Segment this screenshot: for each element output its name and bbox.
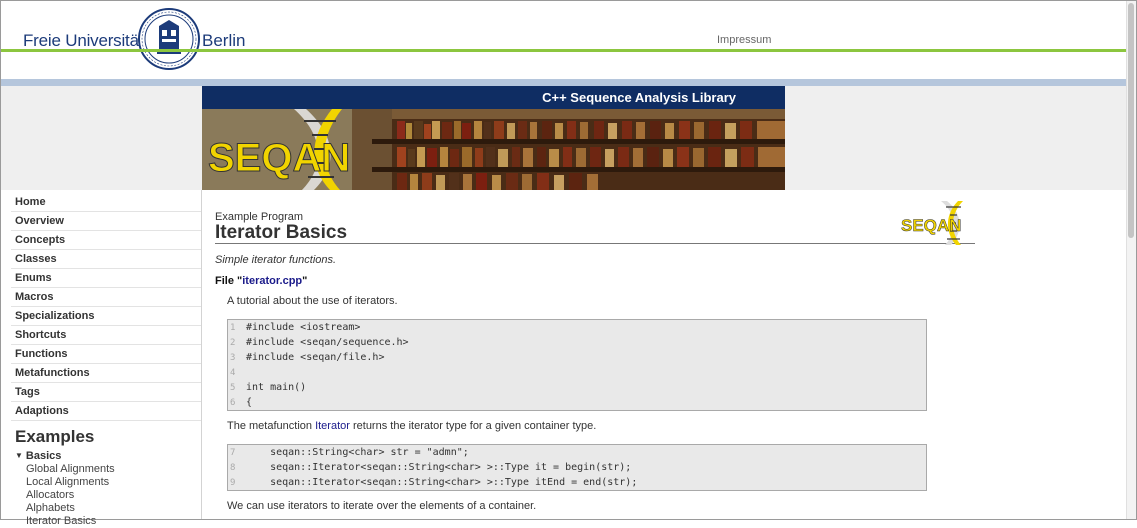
- code-line: 8 seqan::Iterator<seqan::String<char> >:…: [230, 462, 632, 473]
- sidebar-item-tags[interactable]: Tags: [11, 383, 201, 402]
- sidebar-item-classes[interactable]: Classes: [11, 250, 201, 269]
- vertical-scrollbar[interactable]: [1126, 1, 1136, 519]
- banner-title: C++ Sequence Analysis Library: [542, 90, 736, 105]
- sidebar-item-basics[interactable]: ▼ Basics: [15, 449, 201, 463]
- sidebar-subitem-allocators[interactable]: Allocators: [26, 489, 201, 502]
- sidebar-item-overview[interactable]: Overview: [11, 212, 201, 231]
- sidebar-subitem-global-alignments[interactable]: Global Alignments: [26, 463, 201, 476]
- main-content: Example Program Iterator Basics SEQAN Si…: [215, 190, 1127, 519]
- sidebar-nav: Home Overview Concepts Classes Enums Mac…: [1, 190, 202, 527]
- sidebar-subitem-local-alignments[interactable]: Local Alignments: [26, 476, 201, 489]
- banner-title-bar: C++ Sequence Analysis Library: [202, 86, 785, 109]
- file-heading: File "iterator.cpp": [215, 275, 308, 287]
- header-green-line: [1, 49, 1127, 52]
- sidebar-item-functions[interactable]: Functions: [11, 345, 201, 364]
- paragraph-intro: A tutorial about the use of iterators.: [227, 295, 398, 307]
- bookshelf-illustration: SEQAN: [202, 109, 785, 190]
- code-line: 5 int main(): [230, 382, 307, 393]
- iterator-link[interactable]: Iterator: [315, 420, 350, 432]
- sidebar-item-adaptions[interactable]: Adaptions: [11, 402, 201, 421]
- seqan-banner: C++ Sequence Analysis Library SEQAN: [202, 86, 785, 190]
- page-subtitle: Simple iterator functions.: [215, 254, 337, 266]
- code-line: 1 #include <iostream>: [230, 322, 361, 333]
- sidebar-item-shortcuts[interactable]: Shortcuts: [11, 326, 201, 345]
- paragraph-metafunction: The metafunction Iterator returns the it…: [227, 420, 597, 432]
- sidebar-item-specializations[interactable]: Specializations: [11, 307, 201, 326]
- paragraph-iterate: We can use iterators to iterate over the…: [227, 500, 537, 512]
- library-bookshelf-image: SEQAN: [202, 109, 785, 190]
- code-line: 7 seqan::String<char> str = "admn";: [230, 447, 469, 458]
- university-name-right: Berlin: [202, 31, 246, 50]
- code-block-2: 7 seqan::String<char> str = "admn"; 8 se…: [227, 444, 927, 491]
- university-seal-logo[interactable]: [138, 8, 200, 70]
- university-name-left: Freie Universität: [23, 31, 144, 50]
- sidebar-item-home[interactable]: Home: [11, 193, 201, 212]
- sidebar-item-enums[interactable]: Enums: [11, 269, 201, 288]
- sidebar-item-macros[interactable]: Macros: [11, 288, 201, 307]
- sidebar-subitem-alphabets[interactable]: Alphabets: [26, 502, 201, 515]
- svg-text:SEQAN: SEQAN: [901, 216, 961, 235]
- sidebar-subitem-iterator-basics[interactable]: Iterator Basics: [26, 515, 201, 528]
- triangle-down-icon: ▼: [15, 451, 23, 460]
- file-link[interactable]: iterator.cpp: [242, 275, 302, 287]
- sidebar-item-concepts[interactable]: Concepts: [11, 231, 201, 250]
- sidebar-basics-label: Basics: [25, 450, 62, 462]
- code-line: 2 #include <seqan/sequence.h>: [230, 337, 409, 348]
- code-line: 4: [230, 368, 236, 378]
- code-line: 6{: [230, 397, 253, 408]
- site-header: Freie Universität Berlin Impressum: [1, 1, 1136, 79]
- code-block-1: 1 #include <iostream> 2 #include <seqan/se…: [227, 319, 927, 411]
- page-title: Iterator Basics: [215, 222, 348, 243]
- sidebar-item-metafunctions[interactable]: Metafunctions: [11, 364, 201, 383]
- sidebar-examples-heading: Examples: [15, 427, 95, 446]
- code-line: 9 seqan::Iterator<seqan::String<char> >:…: [230, 477, 638, 488]
- title-divider: [215, 243, 975, 244]
- seqan-small-logo: SEQAN: [901, 201, 963, 245]
- code-line: 3 #include <seqan/file.h>: [230, 352, 385, 363]
- header-blue-bar: [1, 79, 1127, 86]
- scrollbar-thumb[interactable]: [1128, 3, 1134, 238]
- impressum-link[interactable]: Impressum: [717, 34, 771, 46]
- seqan-logo-text: SEQAN: [208, 136, 350, 180]
